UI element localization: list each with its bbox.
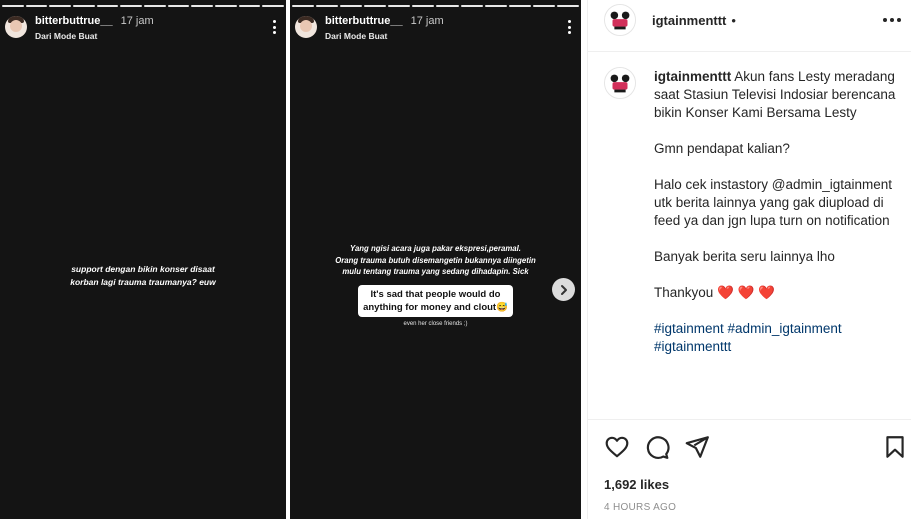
story-viewer-1[interactable]: bitterbuttrue__ 17 jam Dari Mode Buat sup… xyxy=(0,0,286,519)
heart-outline-icon[interactable] xyxy=(604,434,630,460)
story-more-icon[interactable] xyxy=(567,20,571,34)
story-header: bitterbuttrue__ 17 jam Dari Mode Buat xyxy=(295,14,573,44)
story-username[interactable]: bitterbuttrue__ 17 jam xyxy=(35,15,154,27)
post-caption: igtainmenttt Akun fans Lesty meradang sa… xyxy=(654,69,896,354)
caption-username[interactable]: igtainmenttt xyxy=(654,69,731,84)
story-subtitle: Dari Mode Buat xyxy=(325,31,388,41)
chevron-right-icon[interactable] xyxy=(552,278,575,301)
story-quote-sticker: It's sad that people would do anything f… xyxy=(358,285,513,317)
story-time: 17 jam xyxy=(120,15,154,27)
story-text: support dengan bikin konser disaat korba… xyxy=(70,264,216,287)
story-avatar[interactable] xyxy=(295,16,317,38)
post-actions: 1,692 likes 4 HOURS AGO xyxy=(588,419,911,519)
hashtag-link[interactable]: #igtainment #admin_igtainment xyxy=(654,321,842,336)
story-header: bitterbuttrue__ 17 jam Dari Mode Buat xyxy=(5,14,278,44)
post-timestamp: 4 HOURS AGO xyxy=(604,502,677,513)
hashtag-link[interactable]: #igtainmenttt xyxy=(654,339,731,354)
story-avatar[interactable] xyxy=(5,16,27,38)
story-caption-small: even her close friends ;) xyxy=(403,321,468,327)
story-progress-bar xyxy=(2,5,285,8)
story-more-icon[interactable] xyxy=(272,20,276,34)
like-count[interactable]: 1,692 likes xyxy=(604,477,669,492)
caption-avatar[interactable] xyxy=(604,67,636,99)
story-subtitle: Dari Mode Buat xyxy=(35,31,98,41)
post-panel: igtainmenttt • igtainmenttt Akun fans Les… xyxy=(587,0,911,519)
post-username[interactable]: igtainmenttt • xyxy=(652,13,736,28)
post-header: igtainmenttt • xyxy=(588,0,911,52)
story-username[interactable]: bitterbuttrue__ 17 jam xyxy=(325,15,444,27)
story-progress-bar xyxy=(292,5,579,8)
more-options-icon[interactable] xyxy=(883,18,901,22)
story-viewer-2[interactable]: bitterbuttrue__ 17 jam Dari Mode Buat Yan… xyxy=(290,0,581,519)
post-avatar[interactable] xyxy=(604,4,636,36)
caption-scroll-area[interactable]: igtainmenttt Akun fans Lesty meradang sa… xyxy=(588,53,911,419)
story-text: Yang ngisi acara juga pakar ekspresi,per… xyxy=(335,244,536,276)
story-time: 17 jam xyxy=(410,15,444,27)
bookmark-icon[interactable] xyxy=(882,434,908,460)
comment-bubble-icon[interactable] xyxy=(644,434,670,460)
paper-plane-icon[interactable] xyxy=(684,434,710,460)
